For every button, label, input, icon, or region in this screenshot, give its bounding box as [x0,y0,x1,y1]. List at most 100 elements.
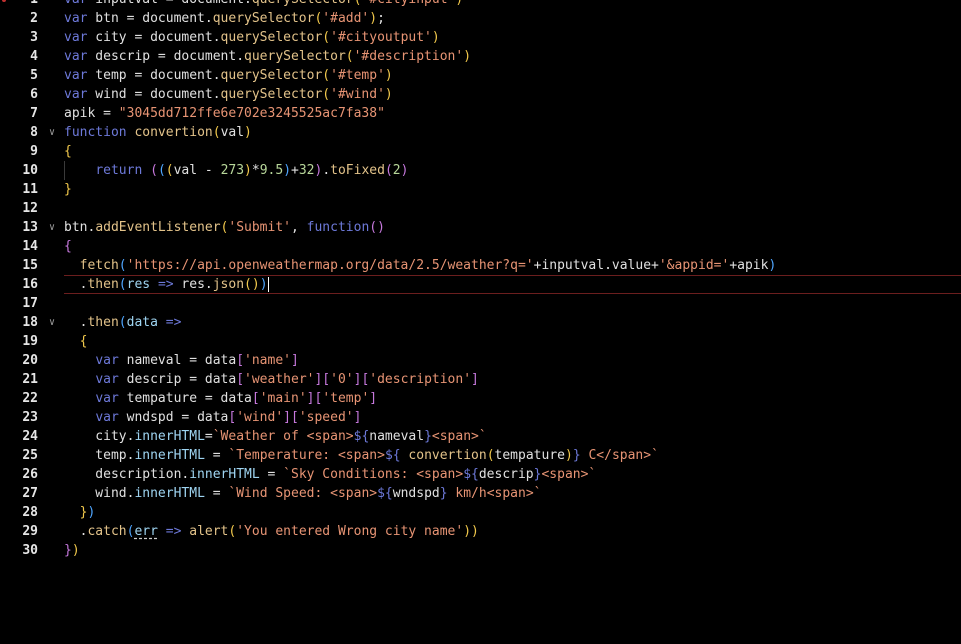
code-text: .then(data => [64,313,182,332]
code-line[interactable]: 22 var tempature = data['main']['temp'] [0,389,961,408]
line-number: 3 [30,30,38,45]
line-number: 11 [22,182,38,197]
line-number: 4 [30,49,38,64]
code-token: btn = document. [87,11,213,26]
code-token: var [95,410,119,425]
code-token: ][ [314,372,331,387]
code-line[interactable]: 16 .then(res => res.json()) [0,275,961,294]
line-number: 14 [22,239,38,254]
code-line[interactable]: 23 var wndspd = data['wind']['speed'] [0,408,961,427]
code-line[interactable]: 18 ∨ .then(data => [0,313,961,332]
code-token: json [212,277,245,292]
code-token: 'wind' [236,410,284,425]
code-token: ) [244,125,252,140]
code-line[interactable]: 14 { [0,237,961,256]
code-line[interactable]: 10 return (((val - 273)*9.5)+32).toFixed… [0,161,961,180]
code-line[interactable]: 26 description.innerHTML = `Sky Conditio… [0,465,961,484]
code-token: catch [87,524,127,539]
code-token: ] [353,410,362,425]
fold-chevron-icon[interactable]: ∨ [49,218,55,237]
code-token: ( [157,163,166,178]
fold-chevron-icon[interactable]: ∨ [49,313,55,332]
code-token: ) [259,277,268,292]
code-token: '#add' [322,11,370,26]
code-token: res [126,277,151,292]
code-token: temp. [64,448,135,463]
code-token: ( [118,277,127,292]
code-editor[interactable]: 1var inputval = document.querySelector('… [0,0,961,644]
code-line[interactable]: 24 city.innerHTML=`Weather of <span>${na… [0,427,961,446]
code-token: = [204,448,229,463]
code-token: 'weather' [244,372,315,387]
code-line[interactable]: 15 fetch('https://api.openweathermap.org… [0,256,961,275]
code-token: ( [150,163,158,178]
code-line[interactable]: 12 [0,199,961,218]
code-token: val [220,125,245,140]
code-line[interactable]: 28 }) [0,503,961,522]
code-token: ${ [463,467,479,482]
code-token: '#cityoutput' [330,30,432,45]
code-line[interactable]: 1 var inputval = document.querySelector('… [0,0,961,9]
code-text: temp.innerHTML = `Temperature: <span>${ … [64,446,659,465]
code-token: querySelector [212,11,315,26]
code-token: + [291,163,299,178]
code-token: descrip [478,467,534,482]
line-number: 21 [22,372,38,387]
code-token: . [322,163,331,178]
code-line[interactable]: 19 { [0,332,961,351]
code-token: var [64,68,88,83]
code-line[interactable]: 8 ∨ function convertion(val) [0,123,961,142]
code-line[interactable]: 13 ∨ btn.addEventListener('Submit', functi… [0,218,961,237]
code-token: querySelector [220,87,323,102]
line-number: 10 [22,163,38,178]
code-line[interactable]: 2 var btn = document.querySelector('#add'… [0,9,961,28]
code-line[interactable]: 7 apik = "3045dd712ffe6e702e3245525ac7fa3… [0,104,961,123]
code-line[interactable]: 3 var city = document.querySelector('#cit… [0,28,961,47]
code-token: 'main' [259,391,307,406]
code-line[interactable]: 5 var temp = document.querySelector('#tem… [0,66,961,85]
code-token: querySelector [244,49,346,64]
fold-chevron-icon[interactable]: ∨ [49,123,55,142]
code-token: querySelector [220,30,323,45]
code-line[interactable]: 6 var wind = document.querySelector('#win… [0,85,961,104]
code-line[interactable]: 25 temp.innerHTML = `Temperature: <span>… [0,446,961,465]
code-token: '#cityinput' [361,0,455,7]
code-line[interactable]: 20 var nameval = data['name'] [0,351,961,370]
code-line[interactable]: 21 var descrip = data['weather']['0']['d… [0,370,961,389]
line-number: 6 [30,87,38,102]
code-line[interactable]: 29 .catch(err => alert('You entered Wron… [0,522,961,541]
line-number: 8 [30,125,38,140]
code-lines[interactable]: 1var inputval = document.querySelector('… [0,0,961,560]
code-token: ${ [384,448,401,463]
code-token: ( [384,163,393,178]
code-token: apik = [64,106,119,121]
code-line[interactable]: 30}) [0,541,961,560]
line-number: 23 [22,410,38,425]
line-number: 27 [22,486,38,501]
code-token: } [64,182,72,197]
code-line[interactable]: 17 [0,294,961,313]
code-token: '0' [330,372,354,387]
code-token: fetch [79,258,119,273]
code-line[interactable]: 4 var descrip = document.querySelector('#… [0,47,961,66]
code-line[interactable]: 11} [0,180,961,199]
code-token: <span>` [541,467,597,482]
code-line[interactable]: 9{ [0,142,961,161]
code-token: { [79,334,88,349]
code-text: fetch('https://api.openweathermap.org/da… [64,256,777,275]
code-token: '&appid=' [658,258,730,273]
code-token: [ [251,391,260,406]
code-token: var [64,30,88,45]
code-token: ) [384,87,393,102]
line-number: 25 [22,448,38,463]
code-token: querySelector [220,68,323,83]
code-token: ) [455,0,463,7]
code-token: `Wind Speed: <span> [228,486,378,501]
code-token: ) [244,163,252,178]
code-text: apik = "3045dd712ffe6e702e3245525ac7fa38… [64,104,385,123]
code-line[interactable]: 27 wind.innerHTML = `Wind Speed: <span>$… [0,484,961,503]
code-text: var wind = document.querySelector('#wind… [64,85,393,104]
